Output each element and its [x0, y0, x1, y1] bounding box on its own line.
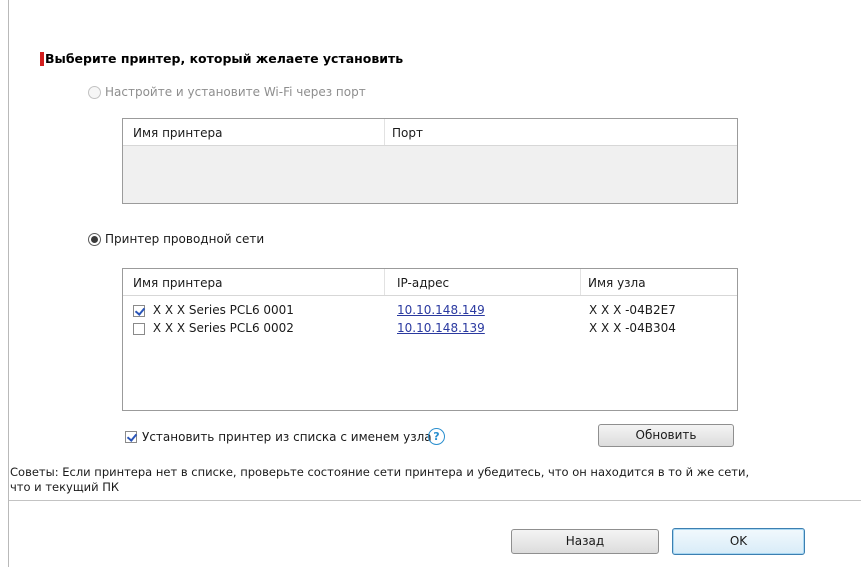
table-row[interactable]: X X X Series PCL6 0001 10.10.148.149 X X…	[123, 302, 737, 320]
wifi-table-header: Имя принтера Порт	[123, 119, 737, 146]
install-by-host-label: Установить принтер из списка с именем уз…	[142, 430, 432, 444]
row-1-checkbox[interactable]	[133, 304, 145, 317]
refresh-button[interactable]: Обновить	[598, 424, 734, 447]
row-1-printer-name: X X X Series PCL6 0001	[152, 303, 294, 317]
wired-radio[interactable]	[88, 232, 101, 246]
wired-col-host[interactable]: Имя узла	[588, 276, 646, 290]
help-icon[interactable]: ?	[428, 428, 445, 445]
wired-col-printer[interactable]: Имя принтера	[133, 276, 223, 290]
install-by-host-checkbox[interactable]	[125, 431, 137, 443]
install-by-host-option[interactable]: Установить принтер из списка с именем уз…	[125, 430, 432, 444]
row-2-host: X X X -04B304	[589, 321, 676, 335]
wired-printer-table: Имя принтера IP-адрес Имя узла X X X Ser…	[122, 268, 738, 411]
page-title: Выберите принтер, который желаете устано…	[45, 51, 404, 66]
wifi-radio[interactable]	[88, 85, 101, 99]
wired-col-ip[interactable]: IP-адрес	[397, 276, 449, 290]
wifi-option[interactable]: Настройте и установите Wi-Fi через порт	[88, 85, 366, 99]
footer-divider	[9, 500, 861, 501]
row-1-ip-link[interactable]: 10.10.148.149	[397, 303, 485, 317]
table-row[interactable]: X X X Series PCL6 0002 10.10.148.139 X X…	[123, 320, 737, 338]
wifi-radio-label: Настройте и установите Wi-Fi через порт	[105, 85, 366, 99]
wired-radio-label: Принтер проводной сети	[105, 232, 265, 246]
row-1-host: X X X -04B2E7	[589, 303, 676, 317]
wifi-printer-table: Имя принтера Порт	[122, 118, 738, 204]
wifi-col-printer[interactable]: Имя принтера	[133, 126, 223, 140]
ok-button[interactable]: OK	[672, 528, 805, 555]
window-left-border	[8, 0, 9, 567]
wifi-col-port[interactable]: Порт	[392, 126, 423, 140]
row-2-printer-name: X X X Series PCL6 0002	[152, 321, 294, 335]
back-button[interactable]: Назад	[511, 529, 659, 554]
wired-option[interactable]: Принтер проводной сети	[88, 232, 264, 246]
wired-table-header: Имя принтера IP-адрес Имя узла	[123, 269, 737, 296]
heading-accent-bar	[40, 52, 44, 66]
row-2-checkbox[interactable]	[133, 322, 145, 335]
tips-text: Советы: Если принтера нет в списке, пров…	[10, 465, 750, 494]
row-2-ip-link[interactable]: 10.10.148.139	[397, 321, 485, 335]
